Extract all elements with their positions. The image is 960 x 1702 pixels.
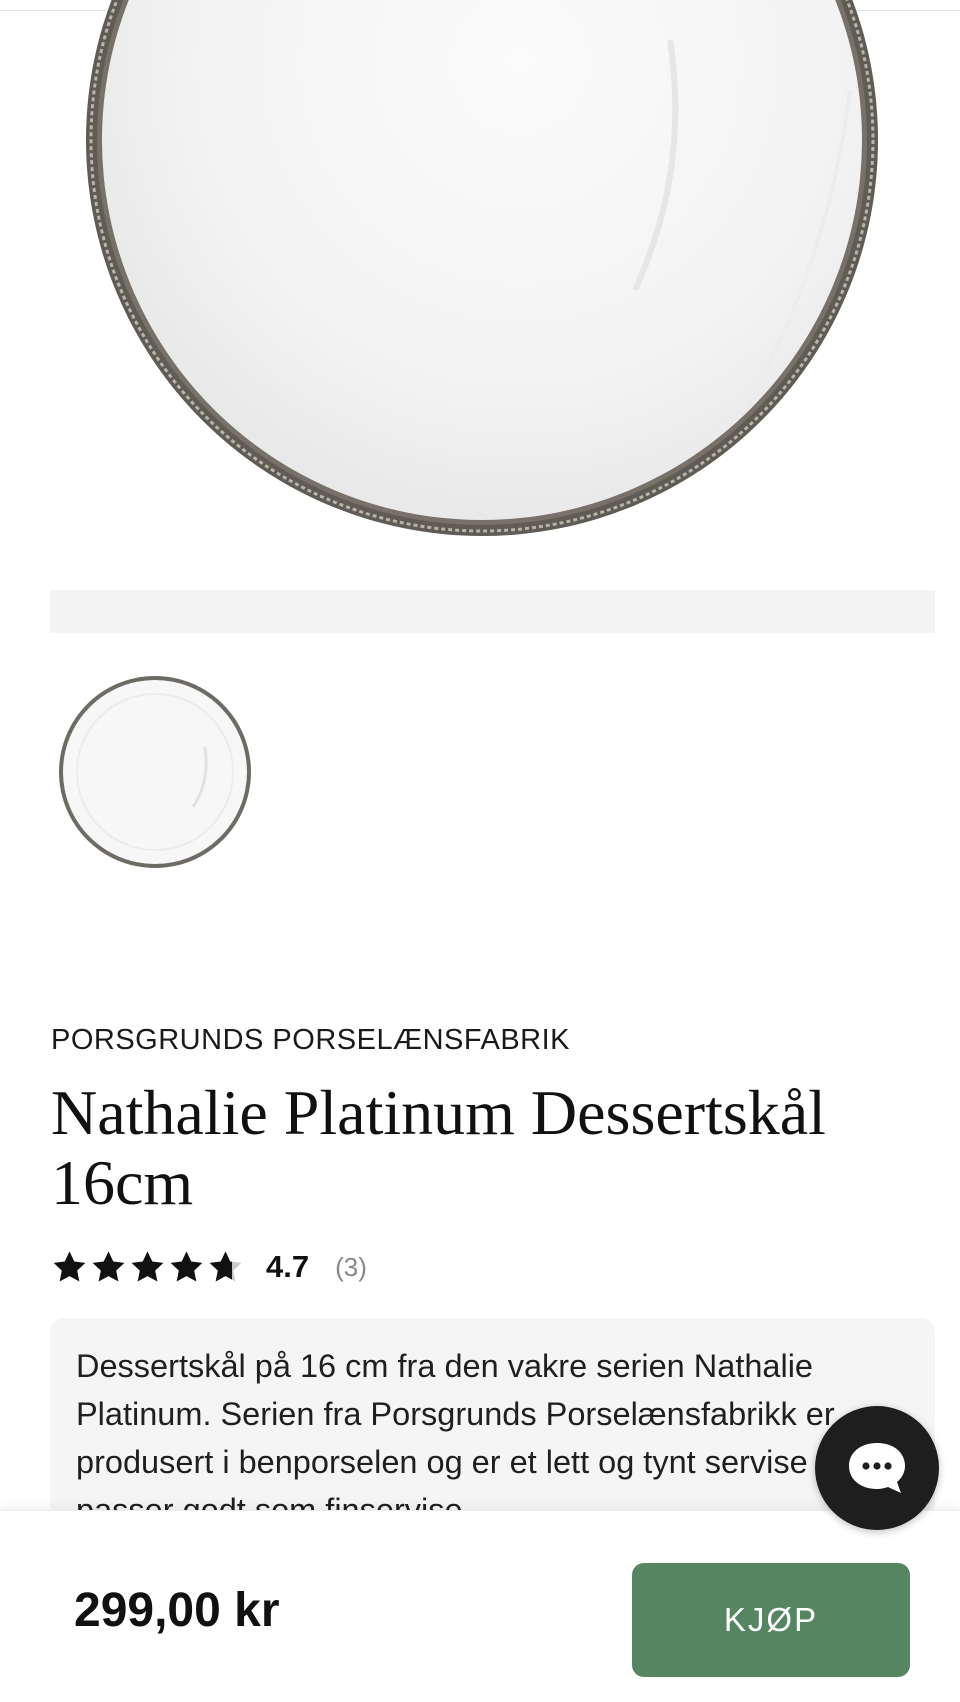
star-icon bbox=[131, 1250, 164, 1282]
product-brand[interactable]: PORSGRUNDS PORSELÆNSFABRIK bbox=[51, 1024, 570, 1057]
chat-button[interactable] bbox=[815, 1406, 939, 1530]
review-count[interactable]: (3) bbox=[335, 1252, 367, 1283]
product-rating[interactable]: 4.7 (3) bbox=[51, 1247, 367, 1287]
star-icon bbox=[92, 1250, 125, 1282]
product-title: Nathalie Platinum Dessertskål 16cm bbox=[51, 1077, 826, 1218]
sticky-purchase-bar: 299,00 kr KJØP bbox=[0, 1510, 960, 1702]
product-price: 299,00 kr bbox=[74, 1584, 280, 1637]
product-main-image[interactable] bbox=[0, 0, 960, 560]
bowl-image bbox=[86, 0, 878, 536]
buy-button[interactable]: KJØP bbox=[632, 1563, 910, 1677]
star-half-icon bbox=[209, 1250, 242, 1282]
product-description-box: Dessertskål på 16 cm fra den vakre serie… bbox=[50, 1318, 935, 1518]
star-icon bbox=[170, 1250, 203, 1282]
product-description: Dessertskål på 16 cm fra den vakre serie… bbox=[76, 1348, 879, 1518]
star-icon bbox=[53, 1250, 86, 1282]
rating-value: 4.7 bbox=[266, 1249, 310, 1284]
gallery-scrollbar[interactable] bbox=[50, 590, 935, 633]
chat-bubble-icon bbox=[849, 1443, 905, 1493]
bowl-thumbnail-image bbox=[59, 676, 251, 868]
rating-stars bbox=[51, 1249, 244, 1286]
product-thumbnail[interactable] bbox=[55, 672, 255, 872]
